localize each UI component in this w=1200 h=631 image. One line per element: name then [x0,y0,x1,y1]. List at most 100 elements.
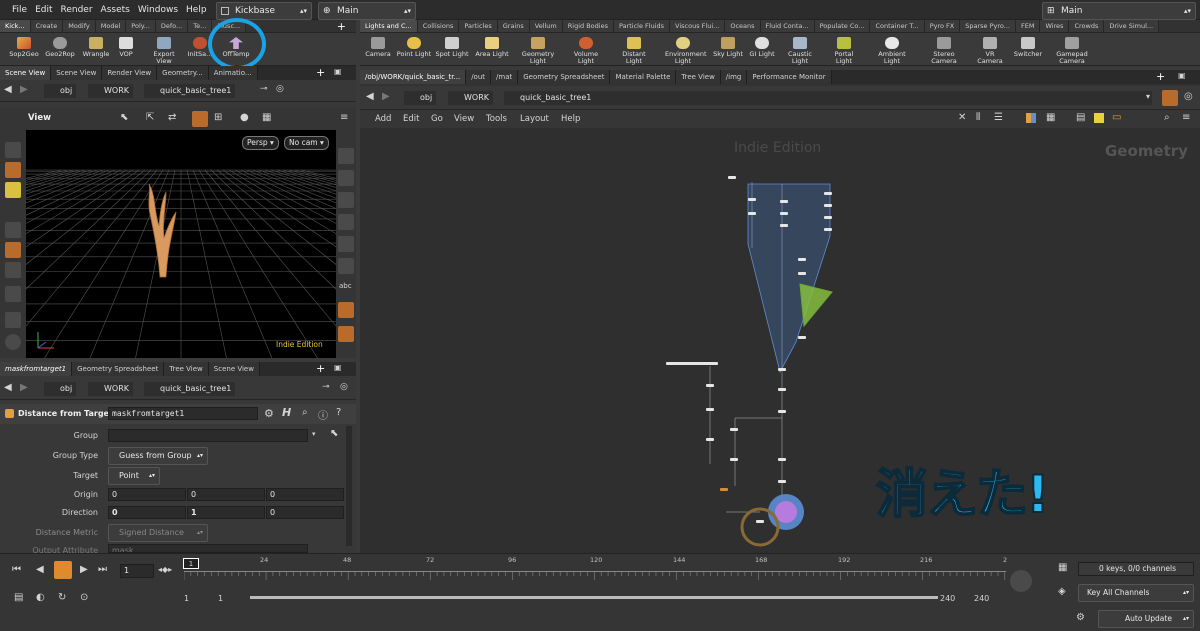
origin-x-field[interactable]: 0 [108,488,186,501]
step-back-icon[interactable]: ◀ [36,564,44,575]
shelf-tab[interactable]: Drive Simul... [1104,20,1160,32]
tab-render-view[interactable]: Render View [102,66,158,80]
shelf-tab[interactable]: Oceans [725,20,761,32]
tool-handle-icon[interactable] [5,262,21,278]
tab-material-palette[interactable]: Material Palette [610,70,677,84]
node-name-field[interactable]: maskfromtarget1 [108,407,258,420]
tool-export-view[interactable]: Export View [146,37,182,65]
tool-area-light[interactable]: Area Light [474,37,510,58]
node-stub[interactable] [706,438,714,441]
shelf-tab[interactable]: Create [30,20,64,32]
tool-brush-icon[interactable] [5,142,21,158]
visibility-icon[interactable] [338,258,354,274]
audio-icon[interactable]: ◐ [36,592,45,603]
camera-dropdown[interactable]: No cam ▾ [284,136,329,150]
maximize-icon[interactable]: ▣ [334,363,342,372]
frame-marker[interactable]: 1 [183,558,199,569]
tab-img[interactable]: /img [720,70,748,84]
update-icon[interactable]: ⚙ [1076,612,1085,623]
tab-animation[interactable]: Animatio... [208,66,258,80]
shelf-tab[interactable]: Poly... [126,20,156,32]
node-stub[interactable] [778,410,786,413]
node-stub[interactable] [824,216,832,219]
node-stub[interactable] [778,388,786,391]
add-tab-icon[interactable]: + [316,362,325,375]
frame-field[interactable]: 1 [120,564,154,578]
node-stub[interactable] [824,192,832,195]
add-tab-icon[interactable]: + [1156,70,1165,83]
tool-portal-light[interactable]: Portal Light [826,37,862,65]
channel-icon[interactable]: ◈ [1058,586,1066,597]
metric-dropdown[interactable]: Signed Distance ▴▾ [108,524,208,542]
ortho-icon[interactable] [338,192,354,208]
stop-button[interactable] [54,561,72,579]
shelf-tab[interactable]: Container T... [870,20,925,32]
origin-z-field[interactable]: 0 [266,488,344,501]
menu-edit[interactable]: Edit [31,0,56,20]
direction-y-field[interactable]: 1 [187,506,265,519]
node-stub[interactable] [798,272,806,275]
shelf-tab[interactable]: Sparse Pyro... [960,20,1016,32]
node-stub[interactable] [666,362,718,365]
shelf-tab[interactable]: Fluid Conta... [760,20,815,32]
realtime-icon[interactable]: ▤ [14,592,23,603]
tool-pointer-icon[interactable] [5,222,21,238]
timeline-track[interactable] [183,571,1006,583]
tool-stereo-camera[interactable]: Stereo Camera [926,37,962,65]
shelf-tab[interactable]: Particles [459,20,498,32]
link-icon[interactable]: ◎ [276,84,284,94]
add-shelf-icon[interactable]: + [337,20,346,33]
node-stub[interactable] [720,488,728,491]
node-stub[interactable] [798,258,806,261]
node-stub[interactable] [778,368,786,371]
group-field[interactable] [108,429,308,442]
node-stub[interactable] [730,428,738,431]
back-arrow-icon[interactable]: ◀ [366,91,374,102]
context-dropdown-right[interactable]: ⊞ Main ▴▾ [1042,2,1196,20]
tool-ambient-light[interactable]: Ambient Light [874,37,910,65]
box-icon[interactable]: ▭ [1112,112,1121,123]
menu-render[interactable]: Render [57,0,97,20]
path-obj[interactable]: obj [404,91,437,105]
tool-lock-icon[interactable] [5,242,21,258]
shelf-tab[interactable]: Wires [1040,20,1070,32]
pin-icon[interactable]: ⊸ [260,84,268,94]
desktop-dropdown[interactable]: Kickbase ▴▾ [216,2,312,20]
key-tool-icon[interactable] [1010,570,1032,592]
tool-pose-icon[interactable] [5,286,21,302]
tab-out[interactable]: /out [466,70,492,84]
tab-geometry-spreadsheet[interactable]: Geometry Spreadsheet [72,362,165,376]
range-slider[interactable] [250,596,938,599]
loop-icon[interactable]: ↻ [58,592,66,603]
path-work[interactable]: WORK [448,91,494,105]
normals-icon[interactable] [338,236,354,252]
tool-caustic-light[interactable]: Caustic Light [782,37,818,65]
network-menu-view[interactable]: View [454,114,474,124]
shelf-tab[interactable]: Pyro FX [924,20,961,32]
network-menu-add[interactable]: Add [375,114,391,124]
node-stub[interactable] [798,336,806,339]
tool-sphere-icon[interactable] [5,334,21,350]
tool-snap2-icon[interactable] [5,312,21,328]
snap-icon[interactable] [192,111,208,127]
tool-scale-icon[interactable] [5,182,21,198]
viewport-3d[interactable]: Persp ▾ No cam ▾ Indie Edition [26,130,336,358]
maximize-icon[interactable]: ▣ [334,67,342,76]
scrollbar[interactable] [346,426,352,546]
direction-x-field[interactable]: 0 [108,506,186,519]
tool-distant-light[interactable]: Distant Light [616,37,652,65]
path-node[interactable]: quick_basic_tree1 [144,84,236,98]
shelf-tab[interactable]: Viscous Flui... [670,20,726,32]
transform-icon[interactable]: ⇱ [146,112,154,123]
tool-geo2rop[interactable]: Geo2Rop [42,37,78,58]
points-icon[interactable] [338,214,354,230]
path-obj[interactable]: obj [44,382,77,396]
zoom-icon[interactable]: ⌕ [1164,112,1170,123]
node-stub[interactable] [730,458,738,461]
target-dropdown[interactable]: Point ▴▾ [108,467,160,485]
shelf-tab[interactable]: Crowds [1069,20,1105,32]
wire-icon[interactable] [338,170,354,186]
node-stub[interactable] [706,408,714,411]
back-arrow-icon[interactable]: ◀ [4,84,12,95]
forward-arrow-icon[interactable]: ▶ [20,84,28,95]
